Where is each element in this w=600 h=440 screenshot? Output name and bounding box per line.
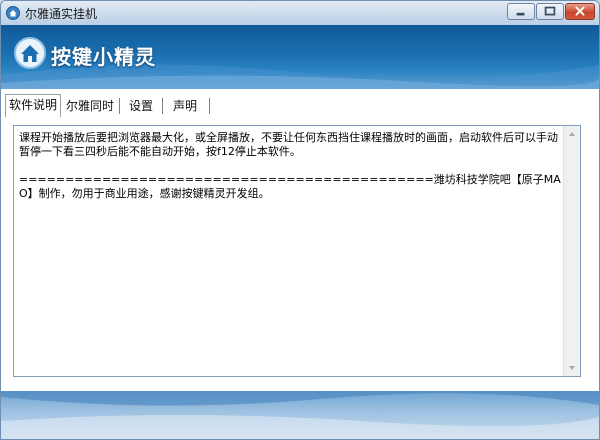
- close-button[interactable]: [565, 3, 595, 20]
- scroll-up-icon[interactable]: [564, 126, 580, 142]
- maximize-icon: [544, 6, 556, 16]
- tab-separator: [119, 98, 120, 114]
- close-icon: [575, 6, 585, 16]
- window-title: 尔雅通实挂机: [25, 7, 98, 21]
- scroll-down-icon[interactable]: [564, 360, 580, 376]
- title-bar[interactable]: 尔雅通实挂机: [1, 1, 599, 25]
- tab-content: 课程开始播放后要把浏览器最大化，或全屏播放，不要让任何东西挡住课程播放时的画面，…: [1, 117, 599, 391]
- tab-separator: [209, 98, 210, 114]
- tab-bar: 软件说明 尔雅同时 设置 声明: [1, 89, 599, 117]
- tab-separator: [162, 98, 163, 114]
- tab-label: 设置: [128, 99, 153, 113]
- house-icon: [6, 6, 20, 20]
- vertical-scrollbar[interactable]: [563, 126, 580, 376]
- minimize-icon: [516, 12, 525, 16]
- main-window: 尔雅通实挂机 按键小精灵 软件说明 尔雅同时 设置 声明 课程开始播放后要把浏览…: [0, 0, 600, 440]
- tab-label: 声明: [172, 99, 197, 113]
- tab-statement[interactable]: 声明: [165, 96, 205, 117]
- tab-erya[interactable]: 尔雅同时: [62, 96, 118, 117]
- tab-label: 尔雅同时: [65, 99, 114, 113]
- info-text: 课程开始播放后要把浏览器最大化，或全屏播放，不要让任何东西挡住课程播放时的画面，…: [19, 131, 561, 200]
- footer-decoration: [1, 391, 599, 439]
- logo-text: 按键小精灵: [51, 45, 156, 69]
- tab-software-info[interactable]: 软件说明: [5, 94, 61, 117]
- minimize-button[interactable]: [507, 3, 535, 20]
- house-logo-icon: [14, 37, 46, 69]
- header-banner: 按键小精灵: [1, 25, 599, 89]
- footer-banner: [1, 391, 599, 439]
- maximize-button[interactable]: [536, 3, 564, 20]
- tab-label: 软件说明: [8, 98, 57, 112]
- tab-settings[interactable]: 设置: [121, 96, 161, 117]
- info-textbox[interactable]: 课程开始播放后要把浏览器最大化，或全屏播放，不要让任何东西挡住课程播放时的画面，…: [13, 125, 581, 377]
